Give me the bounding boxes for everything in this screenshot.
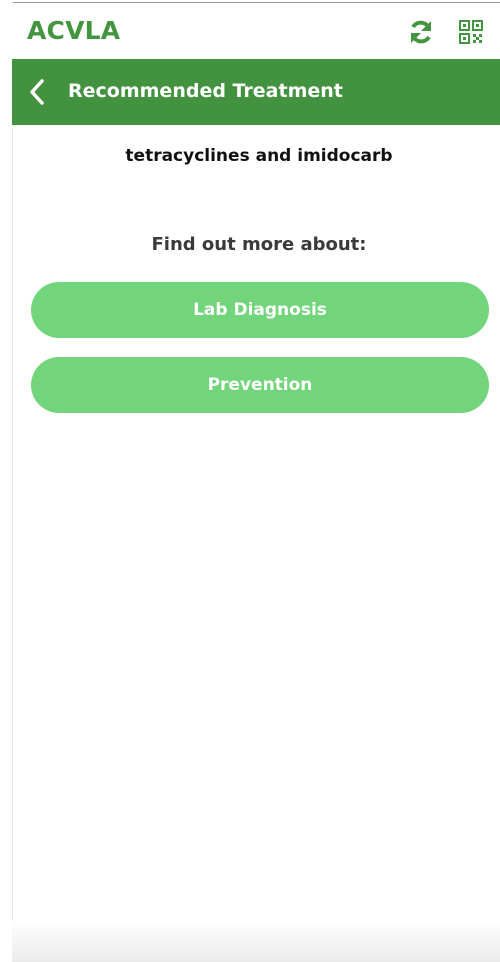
qr-code-icon xyxy=(459,20,483,44)
app-header: ACVLA xyxy=(12,3,500,59)
back-button[interactable] xyxy=(22,77,52,107)
qr-scan-button[interactable] xyxy=(456,17,486,47)
nav-bar: Recommended Treatment xyxy=(12,59,500,125)
app-title: ACVLA xyxy=(27,16,121,45)
find-more-label: Find out more about: xyxy=(151,234,367,255)
prevention-button[interactable]: Prevention xyxy=(31,357,489,413)
refresh-button[interactable] xyxy=(406,17,436,47)
treatment-text: tetracyclines and imidocarb xyxy=(125,146,393,166)
page-title: Recommended Treatment xyxy=(68,80,343,102)
refresh-icon xyxy=(411,20,431,44)
lab-diagnosis-button[interactable]: Lab Diagnosis xyxy=(31,282,489,338)
bottom-shadow xyxy=(12,920,500,962)
chevron-left-icon xyxy=(30,79,44,105)
app-screen: ACVLA Recommended Treatment tetracycline… xyxy=(0,0,500,962)
